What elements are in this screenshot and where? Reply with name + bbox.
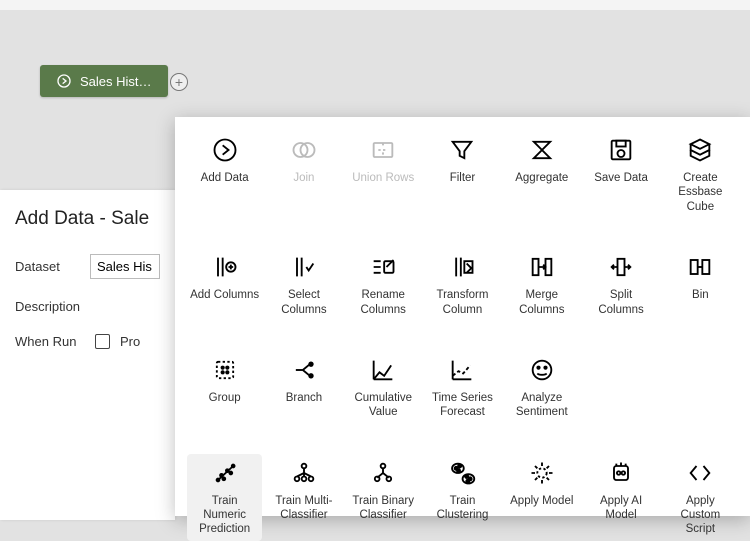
tool-branch[interactable]: Branch	[266, 351, 341, 424]
tool-label: Train Numeric Prediction	[190, 494, 260, 537]
tool-cumulative[interactable]: Cumulative Value	[346, 351, 421, 424]
tool-label: Apply AI Model	[586, 494, 656, 523]
tool-label: Merge Columns	[507, 288, 577, 317]
apply-ai-icon	[606, 458, 636, 488]
tool-merge-cols[interactable]: Merge Columns	[504, 248, 579, 321]
tool-label: Split Columns	[586, 288, 656, 317]
tool-train-multi[interactable]: Train Multi-Classifier	[266, 454, 341, 541]
tool-group[interactable]: Group	[187, 351, 262, 424]
tool-label: Rename Columns	[348, 288, 418, 317]
tool-label: Create Essbase Cube	[665, 171, 735, 214]
tool-apply-model[interactable]: Apply Model	[504, 454, 579, 541]
dataset-input[interactable]	[90, 254, 160, 279]
tool-rename-cols[interactable]: Rename Columns	[346, 248, 421, 321]
tool-timeseries[interactable]: Time Series Forecast	[425, 351, 500, 424]
group-icon	[210, 355, 240, 385]
tool-bin[interactable]: Bin	[663, 248, 738, 321]
tool-select-cols[interactable]: Select Columns	[266, 248, 341, 321]
tool-label: Bin	[692, 288, 709, 302]
tool-label: Add Columns	[190, 288, 259, 302]
tool-aggregate[interactable]: Aggregate	[504, 131, 579, 218]
tool-label: Train Multi-Classifier	[269, 494, 339, 523]
tool-sentiment[interactable]: Analyze Sentiment	[504, 351, 579, 424]
tool-label: Union Rows	[352, 171, 414, 185]
tool-label: Aggregate	[515, 171, 568, 185]
tool-filter[interactable]: Filter	[425, 131, 500, 218]
tool-union: Union Rows	[346, 131, 421, 218]
tool-label: Add Data	[201, 171, 249, 185]
split-cols-icon	[606, 252, 636, 282]
tool-label: Save Data	[594, 171, 648, 185]
tool-apply-ai[interactable]: Apply AI Model	[583, 454, 658, 541]
select-cols-icon	[289, 252, 319, 282]
essbase-icon	[685, 135, 715, 165]
join-icon	[289, 135, 319, 165]
add-data-icon	[210, 135, 240, 165]
tool-join: Join	[266, 131, 341, 218]
tool-train-num[interactable]: Train Numeric Prediction	[187, 454, 262, 541]
transform-icon	[447, 252, 477, 282]
save-data-icon	[606, 135, 636, 165]
tool-label: Apply Model	[510, 494, 573, 508]
merge-cols-icon	[527, 252, 557, 282]
side-panel: Add Data - Sale Dataset Description When…	[0, 190, 175, 520]
tool-label: Select Columns	[269, 288, 339, 317]
apply-model-icon	[527, 458, 557, 488]
chip-label: Sales Hist…	[80, 74, 152, 89]
tool-label: Transform Column	[427, 288, 497, 317]
tool-label: Cumulative Value	[348, 391, 418, 420]
panel-title: Add Data - Sale	[15, 208, 160, 230]
train-num-icon	[210, 458, 240, 488]
whenrun-label: When Run	[15, 334, 85, 349]
train-clust-icon	[447, 458, 477, 488]
whenrun-row: When Run Pro	[15, 334, 160, 349]
tool-add-cols[interactable]: Add Columns	[187, 248, 262, 321]
tool-transform[interactable]: Transform Column	[425, 248, 500, 321]
branch-icon	[289, 355, 319, 385]
apply-script-icon	[685, 458, 715, 488]
dataset-label: Dataset	[15, 259, 80, 274]
tool-label: Time Series Forecast	[427, 391, 497, 420]
add-step-button[interactable]: +	[170, 73, 188, 91]
tool-add-data[interactable]: Add Data	[187, 131, 262, 218]
tool-label: Filter	[450, 171, 476, 185]
tool-split-cols[interactable]: Split Columns	[583, 248, 658, 321]
filter-icon	[447, 135, 477, 165]
tool-essbase[interactable]: Create Essbase Cube	[663, 131, 738, 218]
tool-label: Train Binary Classifier	[348, 494, 418, 523]
train-multi-icon	[289, 458, 319, 488]
sentiment-icon	[527, 355, 557, 385]
tool-label: Train Clustering	[427, 494, 497, 523]
timeseries-icon	[447, 355, 477, 385]
add-cols-icon	[210, 252, 240, 282]
description-label: Description	[15, 299, 85, 314]
tool-label: Join	[293, 171, 314, 185]
whenrun-option: Pro	[120, 334, 140, 349]
tool-train-clust[interactable]: Train Clustering	[425, 454, 500, 541]
arrow-right-circle-icon	[56, 73, 72, 89]
union-icon	[368, 135, 398, 165]
rename-cols-icon	[368, 252, 398, 282]
dataset-row: Dataset	[15, 254, 160, 279]
train-bin-icon	[368, 458, 398, 488]
whenrun-checkbox[interactable]	[95, 334, 110, 349]
tool-label: Analyze Sentiment	[507, 391, 577, 420]
tool-save-data[interactable]: Save Data	[583, 131, 658, 218]
description-row: Description	[15, 299, 160, 314]
tool-label: Apply Custom Script	[665, 494, 735, 537]
cumulative-icon	[368, 355, 398, 385]
dataflow-node-sales-history[interactable]: Sales Hist…	[40, 65, 168, 97]
tool-train-bin[interactable]: Train Binary Classifier	[346, 454, 421, 541]
step-picker-popover: Add Data Join Union Rows Filter Aggregate Sav…	[175, 117, 750, 516]
tool-label: Group	[209, 391, 241, 405]
aggregate-icon	[527, 135, 557, 165]
bin-icon	[685, 252, 715, 282]
top-strip	[0, 0, 750, 10]
tool-apply-script[interactable]: Apply Custom Script	[663, 454, 738, 541]
tool-label: Branch	[286, 391, 322, 405]
